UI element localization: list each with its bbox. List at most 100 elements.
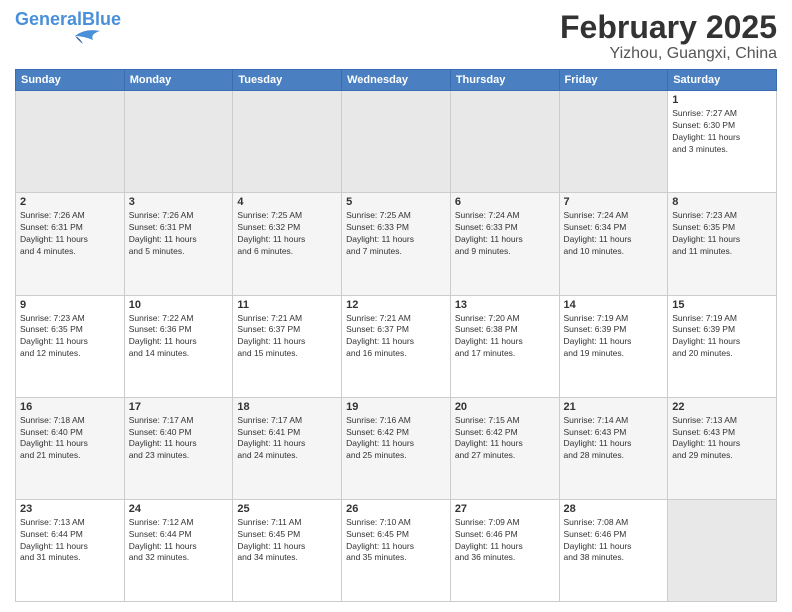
day-cell: 5 Sunrise: 7:25 AM Sunset: 6:33 PM Daylig… bbox=[342, 193, 451, 295]
week-row-4: 23 Sunrise: 7:13 AM Sunset: 6:44 PM Dayli… bbox=[16, 499, 777, 601]
day-number: 11 bbox=[237, 299, 337, 311]
day-cell bbox=[450, 91, 559, 193]
day-info: Sunrise: 7:25 AM Sunset: 6:33 PM Dayligh… bbox=[346, 210, 446, 258]
day-info: Sunrise: 7:18 AM Sunset: 6:40 PM Dayligh… bbox=[20, 415, 120, 463]
day-cell bbox=[233, 91, 342, 193]
day-cell: 26 Sunrise: 7:10 AM Sunset: 6:45 PM Dayli… bbox=[342, 499, 451, 601]
day-number: 7 bbox=[564, 196, 664, 208]
day-number: 4 bbox=[237, 196, 337, 208]
day-cell: 10 Sunrise: 7:22 AM Sunset: 6:36 PM Dayli… bbox=[124, 295, 233, 397]
day-cell: 27 Sunrise: 7:09 AM Sunset: 6:46 PM Dayli… bbox=[450, 499, 559, 601]
day-info: Sunrise: 7:16 AM Sunset: 6:42 PM Dayligh… bbox=[346, 415, 446, 463]
day-info: Sunrise: 7:23 AM Sunset: 6:35 PM Dayligh… bbox=[20, 313, 120, 361]
calendar-title: February 2025 bbox=[560, 10, 777, 45]
weekday-header-friday: Friday bbox=[559, 70, 668, 91]
day-cell: 22Sunrise: 7:13 AM Sunset: 6:43 PM Dayli… bbox=[668, 397, 777, 499]
day-cell: 21 Sunrise: 7:14 AM Sunset: 6:43 PM Dayli… bbox=[559, 397, 668, 499]
day-cell: 8 Sunrise: 7:23 AM Sunset: 6:35 PM Daylig… bbox=[668, 193, 777, 295]
day-number: 6 bbox=[455, 196, 555, 208]
day-cell: 3Sunrise: 7:26 AM Sunset: 6:31 PM Daylig… bbox=[124, 193, 233, 295]
day-number: 27 bbox=[455, 503, 555, 515]
day-info: Sunrise: 7:22 AM Sunset: 6:36 PM Dayligh… bbox=[129, 313, 229, 361]
day-cell: 12Sunrise: 7:21 AM Sunset: 6:37 PM Dayli… bbox=[342, 295, 451, 397]
logo-bird-icon bbox=[15, 26, 115, 46]
day-info: Sunrise: 7:19 AM Sunset: 6:39 PM Dayligh… bbox=[672, 313, 772, 361]
day-info: Sunrise: 7:25 AM Sunset: 6:32 PM Dayligh… bbox=[237, 210, 337, 258]
day-info: Sunrise: 7:27 AM Sunset: 6:30 PM Dayligh… bbox=[672, 108, 772, 156]
page: GeneralBlue February 2025 Yizhou, Guangx… bbox=[0, 0, 792, 612]
day-info: Sunrise: 7:17 AM Sunset: 6:40 PM Dayligh… bbox=[129, 415, 229, 463]
day-info: Sunrise: 7:12 AM Sunset: 6:44 PM Dayligh… bbox=[129, 517, 229, 565]
day-cell: 9 Sunrise: 7:23 AM Sunset: 6:35 PM Daylig… bbox=[16, 295, 125, 397]
day-cell: 20 Sunrise: 7:15 AM Sunset: 6:42 PM Dayli… bbox=[450, 397, 559, 499]
day-cell: 11 Sunrise: 7:21 AM Sunset: 6:37 PM Dayli… bbox=[233, 295, 342, 397]
day-info: Sunrise: 7:26 AM Sunset: 6:31 PM Dayligh… bbox=[129, 210, 229, 258]
day-cell: 17 Sunrise: 7:17 AM Sunset: 6:40 PM Dayli… bbox=[124, 397, 233, 499]
day-cell: 19 Sunrise: 7:16 AM Sunset: 6:42 PM Dayli… bbox=[342, 397, 451, 499]
day-number: 16 bbox=[20, 401, 120, 413]
week-row-2: 9 Sunrise: 7:23 AM Sunset: 6:35 PM Daylig… bbox=[16, 295, 777, 397]
week-row-0: 1 Sunrise: 7:27 AM Sunset: 6:30 PM Daylig… bbox=[16, 91, 777, 193]
day-cell: 1 Sunrise: 7:27 AM Sunset: 6:30 PM Daylig… bbox=[668, 91, 777, 193]
day-cell: 24Sunrise: 7:12 AM Sunset: 6:44 PM Dayli… bbox=[124, 499, 233, 601]
day-info: Sunrise: 7:15 AM Sunset: 6:42 PM Dayligh… bbox=[455, 415, 555, 463]
day-cell: 15 Sunrise: 7:19 AM Sunset: 6:39 PM Dayli… bbox=[668, 295, 777, 397]
day-cell: 23 Sunrise: 7:13 AM Sunset: 6:44 PM Dayli… bbox=[16, 499, 125, 601]
day-info: Sunrise: 7:23 AM Sunset: 6:35 PM Dayligh… bbox=[672, 210, 772, 258]
weekday-header-row: SundayMondayTuesdayWednesdayThursdayFrid… bbox=[16, 70, 777, 91]
day-number: 20 bbox=[455, 401, 555, 413]
day-number: 15 bbox=[672, 299, 772, 311]
day-number: 17 bbox=[129, 401, 229, 413]
day-info: Sunrise: 7:17 AM Sunset: 6:41 PM Dayligh… bbox=[237, 415, 337, 463]
day-number: 28 bbox=[564, 503, 664, 515]
day-info: Sunrise: 7:24 AM Sunset: 6:33 PM Dayligh… bbox=[455, 210, 555, 258]
day-number: 23 bbox=[20, 503, 120, 515]
day-info: Sunrise: 7:19 AM Sunset: 6:39 PM Dayligh… bbox=[564, 313, 664, 361]
weekday-header-tuesday: Tuesday bbox=[233, 70, 342, 91]
day-cell: 4 Sunrise: 7:25 AM Sunset: 6:32 PM Daylig… bbox=[233, 193, 342, 295]
day-cell bbox=[559, 91, 668, 193]
week-row-1: 2Sunrise: 7:26 AM Sunset: 6:31 PM Daylig… bbox=[16, 193, 777, 295]
weekday-header-monday: Monday bbox=[124, 70, 233, 91]
day-number: 10 bbox=[129, 299, 229, 311]
day-info: Sunrise: 7:20 AM Sunset: 6:38 PM Dayligh… bbox=[455, 313, 555, 361]
day-number: 9 bbox=[20, 299, 120, 311]
day-cell bbox=[342, 91, 451, 193]
header: GeneralBlue February 2025 Yizhou, Guangx… bbox=[15, 10, 777, 63]
day-number: 5 bbox=[346, 196, 446, 208]
day-number: 26 bbox=[346, 503, 446, 515]
day-number: 22 bbox=[672, 401, 772, 413]
day-number: 19 bbox=[346, 401, 446, 413]
day-number: 12 bbox=[346, 299, 446, 311]
weekday-header-wednesday: Wednesday bbox=[342, 70, 451, 91]
day-info: Sunrise: 7:26 AM Sunset: 6:31 PM Dayligh… bbox=[20, 210, 120, 258]
day-cell: 16 Sunrise: 7:18 AM Sunset: 6:40 PM Dayli… bbox=[16, 397, 125, 499]
day-info: Sunrise: 7:11 AM Sunset: 6:45 PM Dayligh… bbox=[237, 517, 337, 565]
day-info: Sunrise: 7:13 AM Sunset: 6:44 PM Dayligh… bbox=[20, 517, 120, 565]
weekday-header-saturday: Saturday bbox=[668, 70, 777, 91]
day-cell: 14 Sunrise: 7:19 AM Sunset: 6:39 PM Dayli… bbox=[559, 295, 668, 397]
day-number: 13 bbox=[455, 299, 555, 311]
day-info: Sunrise: 7:14 AM Sunset: 6:43 PM Dayligh… bbox=[564, 415, 664, 463]
day-cell: 7 Sunrise: 7:24 AM Sunset: 6:34 PM Daylig… bbox=[559, 193, 668, 295]
day-cell: 28Sunrise: 7:08 AM Sunset: 6:46 PM Dayli… bbox=[559, 499, 668, 601]
day-info: Sunrise: 7:10 AM Sunset: 6:45 PM Dayligh… bbox=[346, 517, 446, 565]
day-info: Sunrise: 7:09 AM Sunset: 6:46 PM Dayligh… bbox=[455, 517, 555, 565]
day-number: 14 bbox=[564, 299, 664, 311]
day-number: 25 bbox=[237, 503, 337, 515]
day-number: 21 bbox=[564, 401, 664, 413]
day-cell bbox=[668, 499, 777, 601]
calendar-table: SundayMondayTuesdayWednesdayThursdayFrid… bbox=[15, 69, 777, 602]
calendar-subtitle: Yizhou, Guangxi, China bbox=[560, 45, 777, 63]
day-info: Sunrise: 7:21 AM Sunset: 6:37 PM Dayligh… bbox=[237, 313, 337, 361]
day-cell bbox=[16, 91, 125, 193]
day-number: 1 bbox=[672, 94, 772, 106]
weekday-header-thursday: Thursday bbox=[450, 70, 559, 91]
day-info: Sunrise: 7:24 AM Sunset: 6:34 PM Dayligh… bbox=[564, 210, 664, 258]
weekday-header-sunday: Sunday bbox=[16, 70, 125, 91]
day-cell: 25 Sunrise: 7:11 AM Sunset: 6:45 PM Dayli… bbox=[233, 499, 342, 601]
day-cell bbox=[124, 91, 233, 193]
day-number: 8 bbox=[672, 196, 772, 208]
day-cell: 2Sunrise: 7:26 AM Sunset: 6:31 PM Daylig… bbox=[16, 193, 125, 295]
day-cell: 13 Sunrise: 7:20 AM Sunset: 6:38 PM Dayli… bbox=[450, 295, 559, 397]
